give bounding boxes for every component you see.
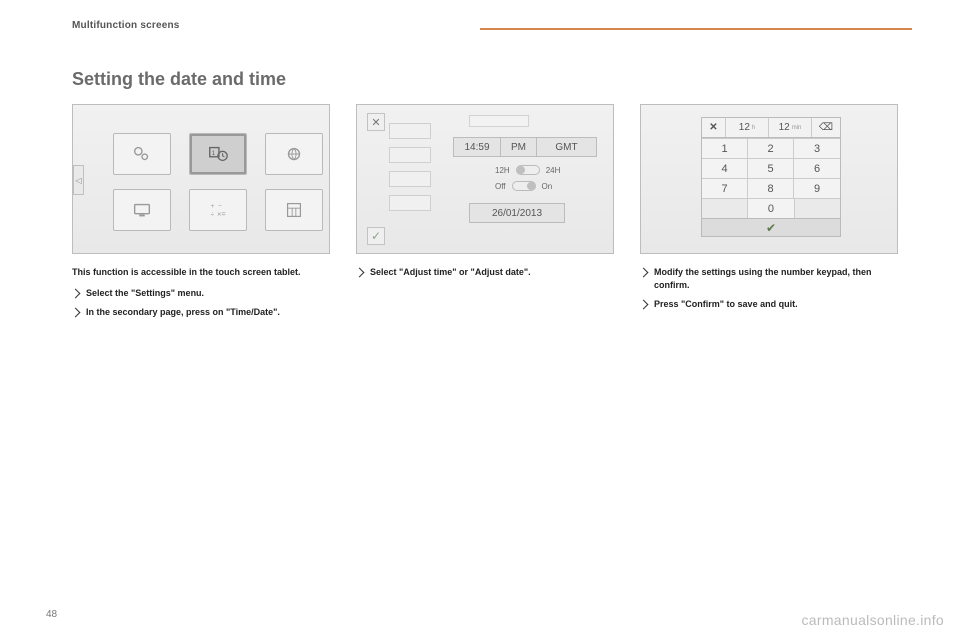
key-6[interactable]: 6 bbox=[794, 158, 840, 178]
watermark: carmanualsonline.info bbox=[802, 612, 945, 628]
keypad-bottom-row: 0 bbox=[702, 198, 840, 218]
caption-1-lead: This function is accessible in the touch… bbox=[72, 266, 330, 279]
minutes-unit: min bbox=[790, 125, 802, 131]
caption-1-bullet-2: In the secondary page, press on "Time/Da… bbox=[72, 306, 330, 319]
key-8[interactable]: 8 bbox=[748, 178, 794, 198]
key-3[interactable]: 3 bbox=[794, 138, 840, 158]
page-number: 48 bbox=[46, 609, 57, 620]
column-2: ✕ ✓ 14:59 PM GMT 12H 24H bbox=[356, 104, 614, 325]
caption-2-bullet-1: Select "Adjust time" or "Adjust date". bbox=[356, 266, 614, 279]
side-menu-item[interactable] bbox=[389, 171, 431, 187]
confirm-button[interactable]: ✓ bbox=[367, 227, 385, 245]
close-button[interactable]: ✕ bbox=[367, 113, 385, 131]
caption-1-list: Select the "Settings" menu. In the secon… bbox=[72, 287, 330, 319]
settings-icon-grid: 1 +−÷×= bbox=[113, 133, 313, 231]
svg-text:×=: ×= bbox=[217, 209, 226, 218]
side-menu bbox=[389, 123, 431, 211]
sync-toggle-row: Off On bbox=[495, 181, 552, 191]
tile-time-date-icon[interactable]: 1 bbox=[189, 133, 247, 175]
page-title: Setting the date and time bbox=[72, 69, 912, 90]
key-0[interactable]: 0 bbox=[748, 199, 794, 218]
keypad-close-button[interactable]: ✕ bbox=[702, 118, 726, 137]
minutes-display: 12min bbox=[769, 118, 812, 137]
format-24h-label: 24H bbox=[546, 166, 561, 175]
side-menu-item[interactable] bbox=[389, 195, 431, 211]
backspace-button[interactable]: ⌫ bbox=[812, 118, 840, 137]
date-value-button[interactable]: 26/01/2013 bbox=[469, 203, 565, 223]
time-value-button[interactable]: 14:59 bbox=[453, 137, 501, 157]
manual-page: Multifunction screens Setting the date a… bbox=[0, 0, 960, 640]
tile-calculator-icon[interactable] bbox=[265, 189, 323, 231]
screenshot-settings-menu: ◁ 1 +−÷×= bbox=[72, 104, 330, 254]
timezone-button[interactable]: GMT bbox=[537, 137, 597, 157]
side-tab-icon[interactable]: ◁ bbox=[73, 165, 84, 195]
key-7[interactable]: 7 bbox=[702, 178, 748, 198]
sync-on-label: On bbox=[542, 182, 553, 191]
column-3: ✕ 12h 12min ⌫ 1 2 3 4 5 6 7 8 9 bbox=[640, 104, 898, 325]
svg-text:+: + bbox=[211, 203, 215, 210]
keypad-confirm-button[interactable]: ✔ bbox=[702, 218, 840, 236]
panel-title-placeholder bbox=[469, 115, 529, 127]
header-rule bbox=[480, 28, 912, 30]
sync-toggle[interactable] bbox=[512, 181, 536, 191]
caption-1: This function is accessible in the touch… bbox=[72, 266, 330, 319]
format-toggle-row: 12H 24H bbox=[495, 165, 560, 175]
hours-unit: h bbox=[750, 125, 755, 131]
screenshot-time-date-page: ✕ ✓ 14:59 PM GMT 12H 24H bbox=[356, 104, 614, 254]
svg-text:÷: ÷ bbox=[211, 211, 215, 218]
number-keypad: ✕ 12h 12min ⌫ 1 2 3 4 5 6 7 8 9 bbox=[701, 117, 841, 237]
hours-value: 12 bbox=[739, 122, 750, 133]
caption-2: Select "Adjust time" or "Adjust date". bbox=[356, 266, 614, 279]
caption-3-bullet-1: Modify the settings using the number key… bbox=[640, 266, 898, 292]
format-toggle[interactable] bbox=[516, 165, 540, 175]
tile-languages-icon[interactable] bbox=[265, 133, 323, 175]
hours-display: 12h bbox=[726, 118, 769, 137]
format-12h-label: 12H bbox=[495, 166, 510, 175]
caption-1-bullet-1: Select the "Settings" menu. bbox=[72, 287, 330, 300]
caption-3: Modify the settings using the number key… bbox=[640, 266, 898, 311]
caption-3-list: Modify the settings using the number key… bbox=[640, 266, 898, 311]
keypad-digits: 1 2 3 4 5 6 7 8 9 bbox=[702, 138, 840, 198]
caption-2-list: Select "Adjust time" or "Adjust date". bbox=[356, 266, 614, 279]
keypad-top-row: ✕ 12h 12min ⌫ bbox=[702, 118, 840, 138]
screenshot-keypad: ✕ 12h 12min ⌫ 1 2 3 4 5 6 7 8 9 bbox=[640, 104, 898, 254]
keypad-blank-right bbox=[795, 199, 840, 218]
key-4[interactable]: 4 bbox=[702, 158, 748, 178]
caption-3-bullet-2: Press "Confirm" to save and quit. bbox=[640, 298, 898, 311]
side-menu-item[interactable] bbox=[389, 147, 431, 163]
key-1[interactable]: 1 bbox=[702, 138, 748, 158]
content-columns: ◁ 1 +−÷×= This function is accessible in… bbox=[72, 104, 912, 325]
time-row: 14:59 PM GMT bbox=[453, 137, 597, 157]
key-5[interactable]: 5 bbox=[748, 158, 794, 178]
ampm-button[interactable]: PM bbox=[501, 137, 537, 157]
sync-off-label: Off bbox=[495, 182, 506, 191]
tile-screen-icon[interactable] bbox=[113, 189, 171, 231]
keypad-blank-left bbox=[702, 199, 748, 218]
side-menu-item[interactable] bbox=[389, 123, 431, 139]
key-9[interactable]: 9 bbox=[794, 178, 840, 198]
tile-units-icon[interactable]: +−÷×= bbox=[189, 189, 247, 231]
svg-text:1: 1 bbox=[212, 150, 216, 157]
tile-gears-icon[interactable] bbox=[113, 133, 171, 175]
key-2[interactable]: 2 bbox=[748, 138, 794, 158]
column-1: ◁ 1 +−÷×= This function is accessible in… bbox=[72, 104, 330, 325]
minutes-value: 12 bbox=[779, 122, 790, 133]
